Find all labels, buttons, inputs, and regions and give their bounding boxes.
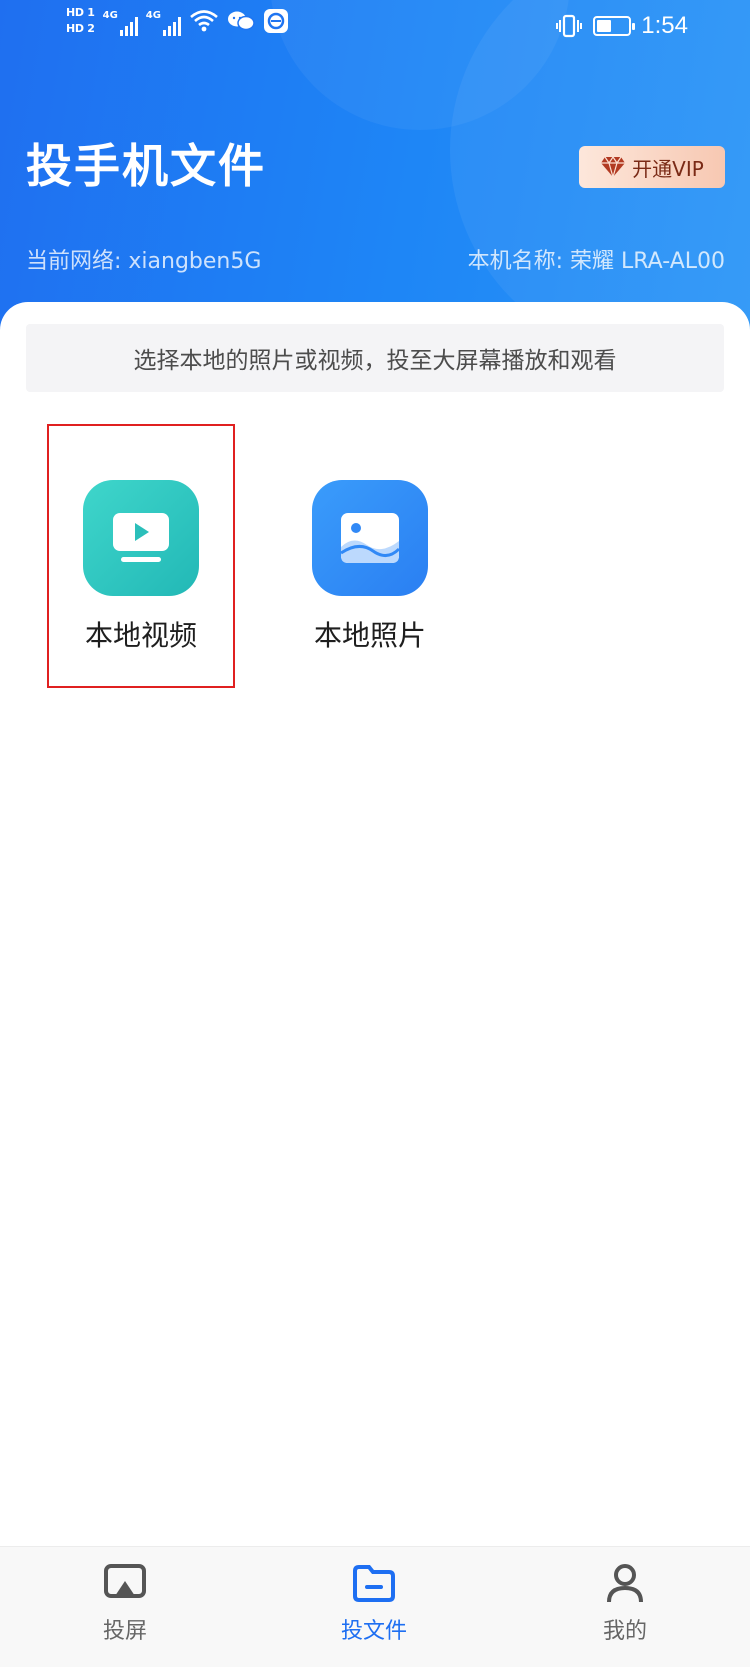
hint-bar: 选择本地的照片或视频，投至大屏幕播放和观看 — [26, 324, 724, 392]
main-content: 选择本地的照片或视频，投至大屏幕播放和观看 本地视频 本地照片 — [0, 302, 750, 1546]
device-info: 本机名称: 荣耀 LRA-AL00 — [467, 249, 725, 274]
vibrate-icon — [556, 14, 583, 38]
network-type: 4G — [145, 10, 161, 21]
vip-label: 开通VIP — [632, 156, 704, 181]
status-left: HD 1 HD 2 4G 4G — [66, 6, 289, 36]
network-type: 4G — [102, 10, 118, 21]
screen-cast-icon — [101, 1559, 149, 1607]
status-right: 1:54 — [555, 12, 688, 40]
hd-indicators: HD 1 HD 2 — [66, 6, 95, 36]
vip-button[interactable]: 开通VIP — [579, 146, 725, 188]
nav-item-me[interactable]: 我的 — [565, 1559, 685, 1645]
wifi-icon — [190, 10, 218, 32]
bottom-nav: 投屏 投文件 我的 — [0, 1546, 750, 1667]
page-title: 投手机文件 — [26, 139, 266, 193]
nav-label: 投文件 — [340, 1619, 407, 1644]
signal-icon: 4G — [146, 6, 181, 36]
diamond-icon — [601, 156, 626, 178]
local-video-tile[interactable]: 本地视频 — [47, 424, 235, 688]
hd-indicator: HD 2 — [66, 22, 95, 35]
user-icon — [601, 1559, 649, 1607]
header: HD 1 HD 2 4G 4G 1:54 投手机文件 开通VIP 当前网络: x… — [0, 0, 750, 340]
local-photo-tile[interactable]: 本地照片 — [278, 426, 462, 686]
nav-label: 投屏 — [102, 1619, 147, 1644]
status-time: 1:54 — [641, 12, 688, 39]
app-notification-icon — [263, 9, 288, 33]
nav-item-files[interactable]: 投文件 — [314, 1559, 434, 1645]
signal-icon: 4G — [103, 6, 138, 36]
status-bar: HD 1 HD 2 4G 4G 1:54 — [0, 0, 750, 56]
tile-label: 本地照片 — [313, 619, 426, 652]
nav-label: 我的 — [602, 1619, 647, 1644]
wechat-icon — [227, 11, 255, 31]
photo-icon — [312, 480, 428, 596]
tile-label: 本地视频 — [84, 619, 197, 652]
folder-icon — [350, 1559, 398, 1607]
video-icon — [83, 480, 199, 596]
battery-level — [597, 20, 612, 32]
nav-item-screen-cast[interactable]: 投屏 — [65, 1559, 185, 1645]
battery-icon — [593, 16, 636, 36]
hd-indicator: HD 1 — [66, 6, 95, 19]
network-info: 当前网络: xiangben5G — [26, 249, 262, 274]
